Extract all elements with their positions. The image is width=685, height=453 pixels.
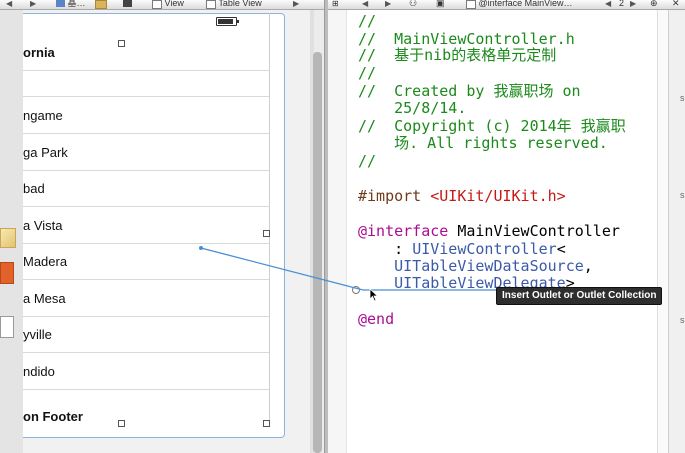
- end-line: @end: [358, 310, 395, 328]
- folder-icon: [95, 0, 107, 9]
- object-view-icon[interactable]: [0, 316, 14, 338]
- jumpbar-folder[interactable]: [95, 0, 107, 9]
- close-editor-icon[interactable]: ✕: [672, 0, 680, 8]
- import-line: #import <UIKit/UIKit.h>: [358, 187, 566, 205]
- utilities-panel-edge: [668, 10, 685, 453]
- panel-marker: s: [680, 190, 685, 200]
- code-line: // 基于nib的表格单元定制: [358, 46, 557, 64]
- counterpart-counter: 2: [619, 0, 625, 8]
- code-line: 25/8/14.: [358, 99, 467, 117]
- assistant-icon[interactable]: ⚇: [409, 0, 417, 8]
- back-arrow-icon[interactable]: ◀: [6, 0, 12, 8]
- table-empty-row[interactable]: [23, 70, 269, 97]
- resize-handle[interactable]: [118, 420, 125, 427]
- panel-marker: s: [680, 93, 685, 103]
- jumpbar-tableview[interactable]: Table View: [206, 0, 262, 9]
- jumpbar-scene[interactable]: [123, 0, 132, 8]
- panel-marker: s: [680, 315, 685, 325]
- mouse-cursor-icon: [369, 288, 379, 302]
- interface-line: @interface MainViewController: [358, 222, 620, 240]
- jumpbar-view[interactable]: View: [152, 0, 184, 9]
- resize-handle[interactable]: [263, 230, 270, 237]
- editor-back-arrow-icon[interactable]: ◀: [362, 0, 368, 8]
- jumpbar-interface[interactable]: @interface MainView…: [466, 0, 573, 9]
- canvas-scrollbar[interactable]: [313, 52, 322, 453]
- code-line: //: [358, 64, 377, 82]
- resize-handle[interactable]: [263, 420, 270, 427]
- code-line: //: [358, 152, 377, 170]
- table-cell[interactable]: ngame: [23, 97, 269, 134]
- counterpart-next-icon[interactable]: ▶: [630, 0, 636, 8]
- tableview-icon: [206, 0, 216, 9]
- project-icon: [56, 0, 65, 7]
- code-line: //: [358, 12, 377, 30]
- table-cell[interactable]: a Vista: [23, 207, 269, 244]
- table-cell[interactable]: a Mesa: [23, 280, 269, 317]
- table-header[interactable]: ornia: [23, 34, 269, 71]
- file-icon: [466, 0, 476, 9]
- code-line: // Copyright (c) 2014年 我赢职: [358, 117, 626, 135]
- forward-arrow-icon[interactable]: ▶: [30, 0, 36, 8]
- table-cell[interactable]: ga Park: [23, 134, 269, 171]
- table-cell[interactable]: ndido: [23, 353, 269, 390]
- object-cube-icon[interactable]: [0, 228, 16, 248]
- battery-icon: [216, 17, 239, 26]
- table-footer[interactable]: on Footer: [23, 398, 269, 434]
- outlet-connection-dot[interactable]: [352, 286, 360, 294]
- table-cell[interactable]: yville: [23, 316, 269, 353]
- resize-handle[interactable]: [118, 40, 125, 47]
- jumpbar-project[interactable]: 基…: [56, 0, 86, 8]
- counterpart-prev-icon[interactable]: ◀: [605, 0, 611, 8]
- insert-outlet-tooltip: Insert Outlet or Outlet Collection: [496, 287, 663, 305]
- object-box-icon[interactable]: [0, 262, 14, 284]
- protocol-line: UITableViewDataSource,: [358, 257, 593, 275]
- editor-gutter: [328, 10, 347, 453]
- scene-icon: [123, 0, 132, 7]
- table-cell[interactable]: Madera: [23, 243, 269, 280]
- next-issue-arrow-icon[interactable]: ▶: [293, 0, 299, 8]
- editor-right-scroller[interactable]: [657, 10, 668, 453]
- related-items-icon[interactable]: ⊞: [332, 0, 339, 8]
- superclass-line: : UIViewController<: [358, 240, 566, 258]
- view-icon: [152, 0, 162, 9]
- header-file-icon[interactable]: ▣: [436, 0, 445, 8]
- jump-bar: ◀ ▶ 基… View Table View ▶ ⊞ ◀ ▶ ⚇ ▣ @inte…: [0, 0, 685, 10]
- add-editor-icon[interactable]: ⊕: [650, 0, 658, 8]
- code-line: // Created by 我赢职场 on: [358, 82, 581, 100]
- code-line: 场. All rights reserved.: [358, 134, 608, 152]
- table-cell[interactable]: bad: [23, 170, 269, 207]
- editor-forward-arrow-icon[interactable]: ▶: [385, 0, 391, 8]
